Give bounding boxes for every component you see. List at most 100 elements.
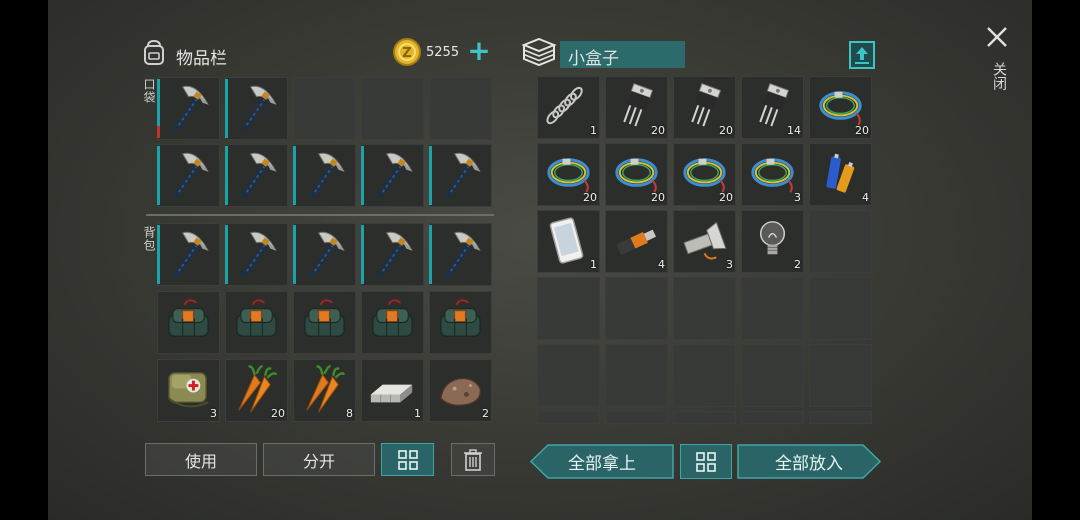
close-icon: [987, 27, 1007, 47]
item-count: 20: [583, 191, 597, 204]
put-all-button[interactable]: 全部放入: [737, 444, 881, 479]
box-slot[interactable]: 14: [741, 76, 804, 139]
inventory-slot[interactable]: [225, 223, 288, 286]
box-slot[interactable]: [605, 411, 668, 424]
inventory-slot[interactable]: [361, 77, 424, 140]
inventory-slot[interactable]: [157, 223, 220, 286]
inventory-slot[interactable]: [225, 144, 288, 207]
inventory-slot[interactable]: [429, 77, 492, 140]
delete-button[interactable]: [451, 443, 495, 476]
inventory-slot[interactable]: [157, 144, 220, 207]
box-slot[interactable]: 20: [605, 143, 668, 206]
item-count: 14: [787, 124, 801, 137]
box-slot[interactable]: 20: [809, 76, 872, 139]
inventory-slot[interactable]: 20: [225, 359, 288, 422]
add-coins-button[interactable]: +: [464, 36, 494, 66]
box-slot[interactable]: [809, 210, 872, 273]
close-button[interactable]: 关闭: [982, 22, 1012, 104]
inventory-slot[interactable]: 3: [157, 359, 220, 422]
item-count: 20: [651, 191, 665, 204]
upload-box-button[interactable]: [849, 41, 875, 69]
box-slot[interactable]: 4: [809, 143, 872, 206]
section-divider: [146, 214, 494, 216]
inventory-slot[interactable]: [293, 77, 356, 140]
pickaxe-icon: [445, 231, 481, 278]
box-slot[interactable]: [537, 411, 600, 424]
inventory-slot[interactable]: [361, 144, 424, 207]
item-count: 1: [590, 124, 597, 137]
pickaxe-icon: [309, 152, 345, 199]
box-slot[interactable]: [673, 411, 736, 424]
take-all-button[interactable]: 全部拿上: [530, 444, 674, 479]
box-slot[interactable]: [741, 277, 804, 340]
pickaxe-icon: [445, 152, 481, 199]
box-slot[interactable]: 2: [741, 210, 804, 273]
box-slot[interactable]: 20: [673, 143, 736, 206]
box-slot[interactable]: 3: [741, 143, 804, 206]
inventory-slot[interactable]: 2: [429, 359, 492, 422]
sort-inventory-button[interactable]: [381, 443, 434, 476]
box-name-field[interactable]: 小盒子: [560, 41, 685, 69]
pickaxe-icon: [377, 231, 413, 278]
box-slot[interactable]: 20: [673, 76, 736, 139]
item-count: 4: [862, 191, 869, 204]
box-slot[interactable]: 1: [537, 76, 600, 139]
inventory-slot[interactable]: [429, 291, 492, 354]
backpack-label: 背包: [142, 226, 156, 252]
inventory-slot[interactable]: [225, 77, 288, 140]
game-screen: 物品栏 Z 5255 + 口袋 背包 3 20 8 1 2 使用 分开 小盒子 …: [48, 0, 1032, 520]
inventory-slot[interactable]: [293, 223, 356, 286]
split-button[interactable]: 分开: [263, 443, 375, 476]
box-slot[interactable]: [673, 344, 736, 407]
box-slot[interactable]: [537, 277, 600, 340]
box-slot[interactable]: [605, 344, 668, 407]
box-slot[interactable]: [741, 344, 804, 407]
use-button[interactable]: 使用: [145, 443, 257, 476]
inventory-slot[interactable]: [157, 77, 220, 140]
inventory-slot[interactable]: [225, 291, 288, 354]
inventory-slot[interactable]: [361, 291, 424, 354]
box-slot[interactable]: [809, 411, 872, 424]
inventory-slot[interactable]: [361, 223, 424, 286]
box-slot[interactable]: [809, 277, 872, 340]
box-title: 小盒子: [568, 49, 619, 69]
inventory-slot[interactable]: [157, 291, 220, 354]
pocket-label: 口袋: [142, 78, 156, 104]
pickaxe-icon: [241, 231, 277, 278]
box-slot[interactable]: 1: [537, 210, 600, 273]
box-slot[interactable]: 4: [605, 210, 668, 273]
take-all-label: 全部拿上: [568, 454, 636, 474]
inventory-title: 物品栏: [176, 49, 227, 69]
grid-icon: [397, 449, 418, 470]
inventory-slot[interactable]: 1: [361, 359, 424, 422]
pickaxe-icon: [173, 85, 209, 132]
item-count: 2: [794, 258, 801, 271]
close-label: 关闭: [991, 62, 1007, 90]
box-slot[interactable]: 20: [605, 76, 668, 139]
grid-icon: [696, 451, 716, 472]
box-slot[interactable]: [673, 277, 736, 340]
inventory-slot[interactable]: [293, 291, 356, 354]
box-slot[interactable]: [741, 411, 804, 424]
box-slot[interactable]: 3: [673, 210, 736, 273]
inventory-slot[interactable]: [429, 144, 492, 207]
box-slot[interactable]: 20: [537, 143, 600, 206]
explosive-pack-icon: [304, 299, 345, 338]
inventory-slot[interactable]: 8: [293, 359, 356, 422]
svg-text:Z: Z: [402, 46, 411, 61]
inventory-slot[interactable]: [429, 223, 492, 286]
trash-icon: [464, 448, 482, 471]
item-count: 2: [482, 407, 489, 420]
box-slot[interactable]: [605, 277, 668, 340]
backpack-icon: [144, 39, 164, 65]
sort-box-button[interactable]: [680, 444, 732, 479]
item-count: 3: [794, 191, 801, 204]
inventory-slot[interactable]: [293, 144, 356, 207]
explosive-pack-icon: [168, 299, 209, 338]
box-slot[interactable]: [809, 344, 872, 407]
box-slot[interactable]: [537, 344, 600, 407]
item-count: 20: [719, 124, 733, 137]
item-count: 20: [651, 124, 665, 137]
item-count: 20: [719, 191, 733, 204]
explosive-pack-icon: [236, 299, 277, 338]
